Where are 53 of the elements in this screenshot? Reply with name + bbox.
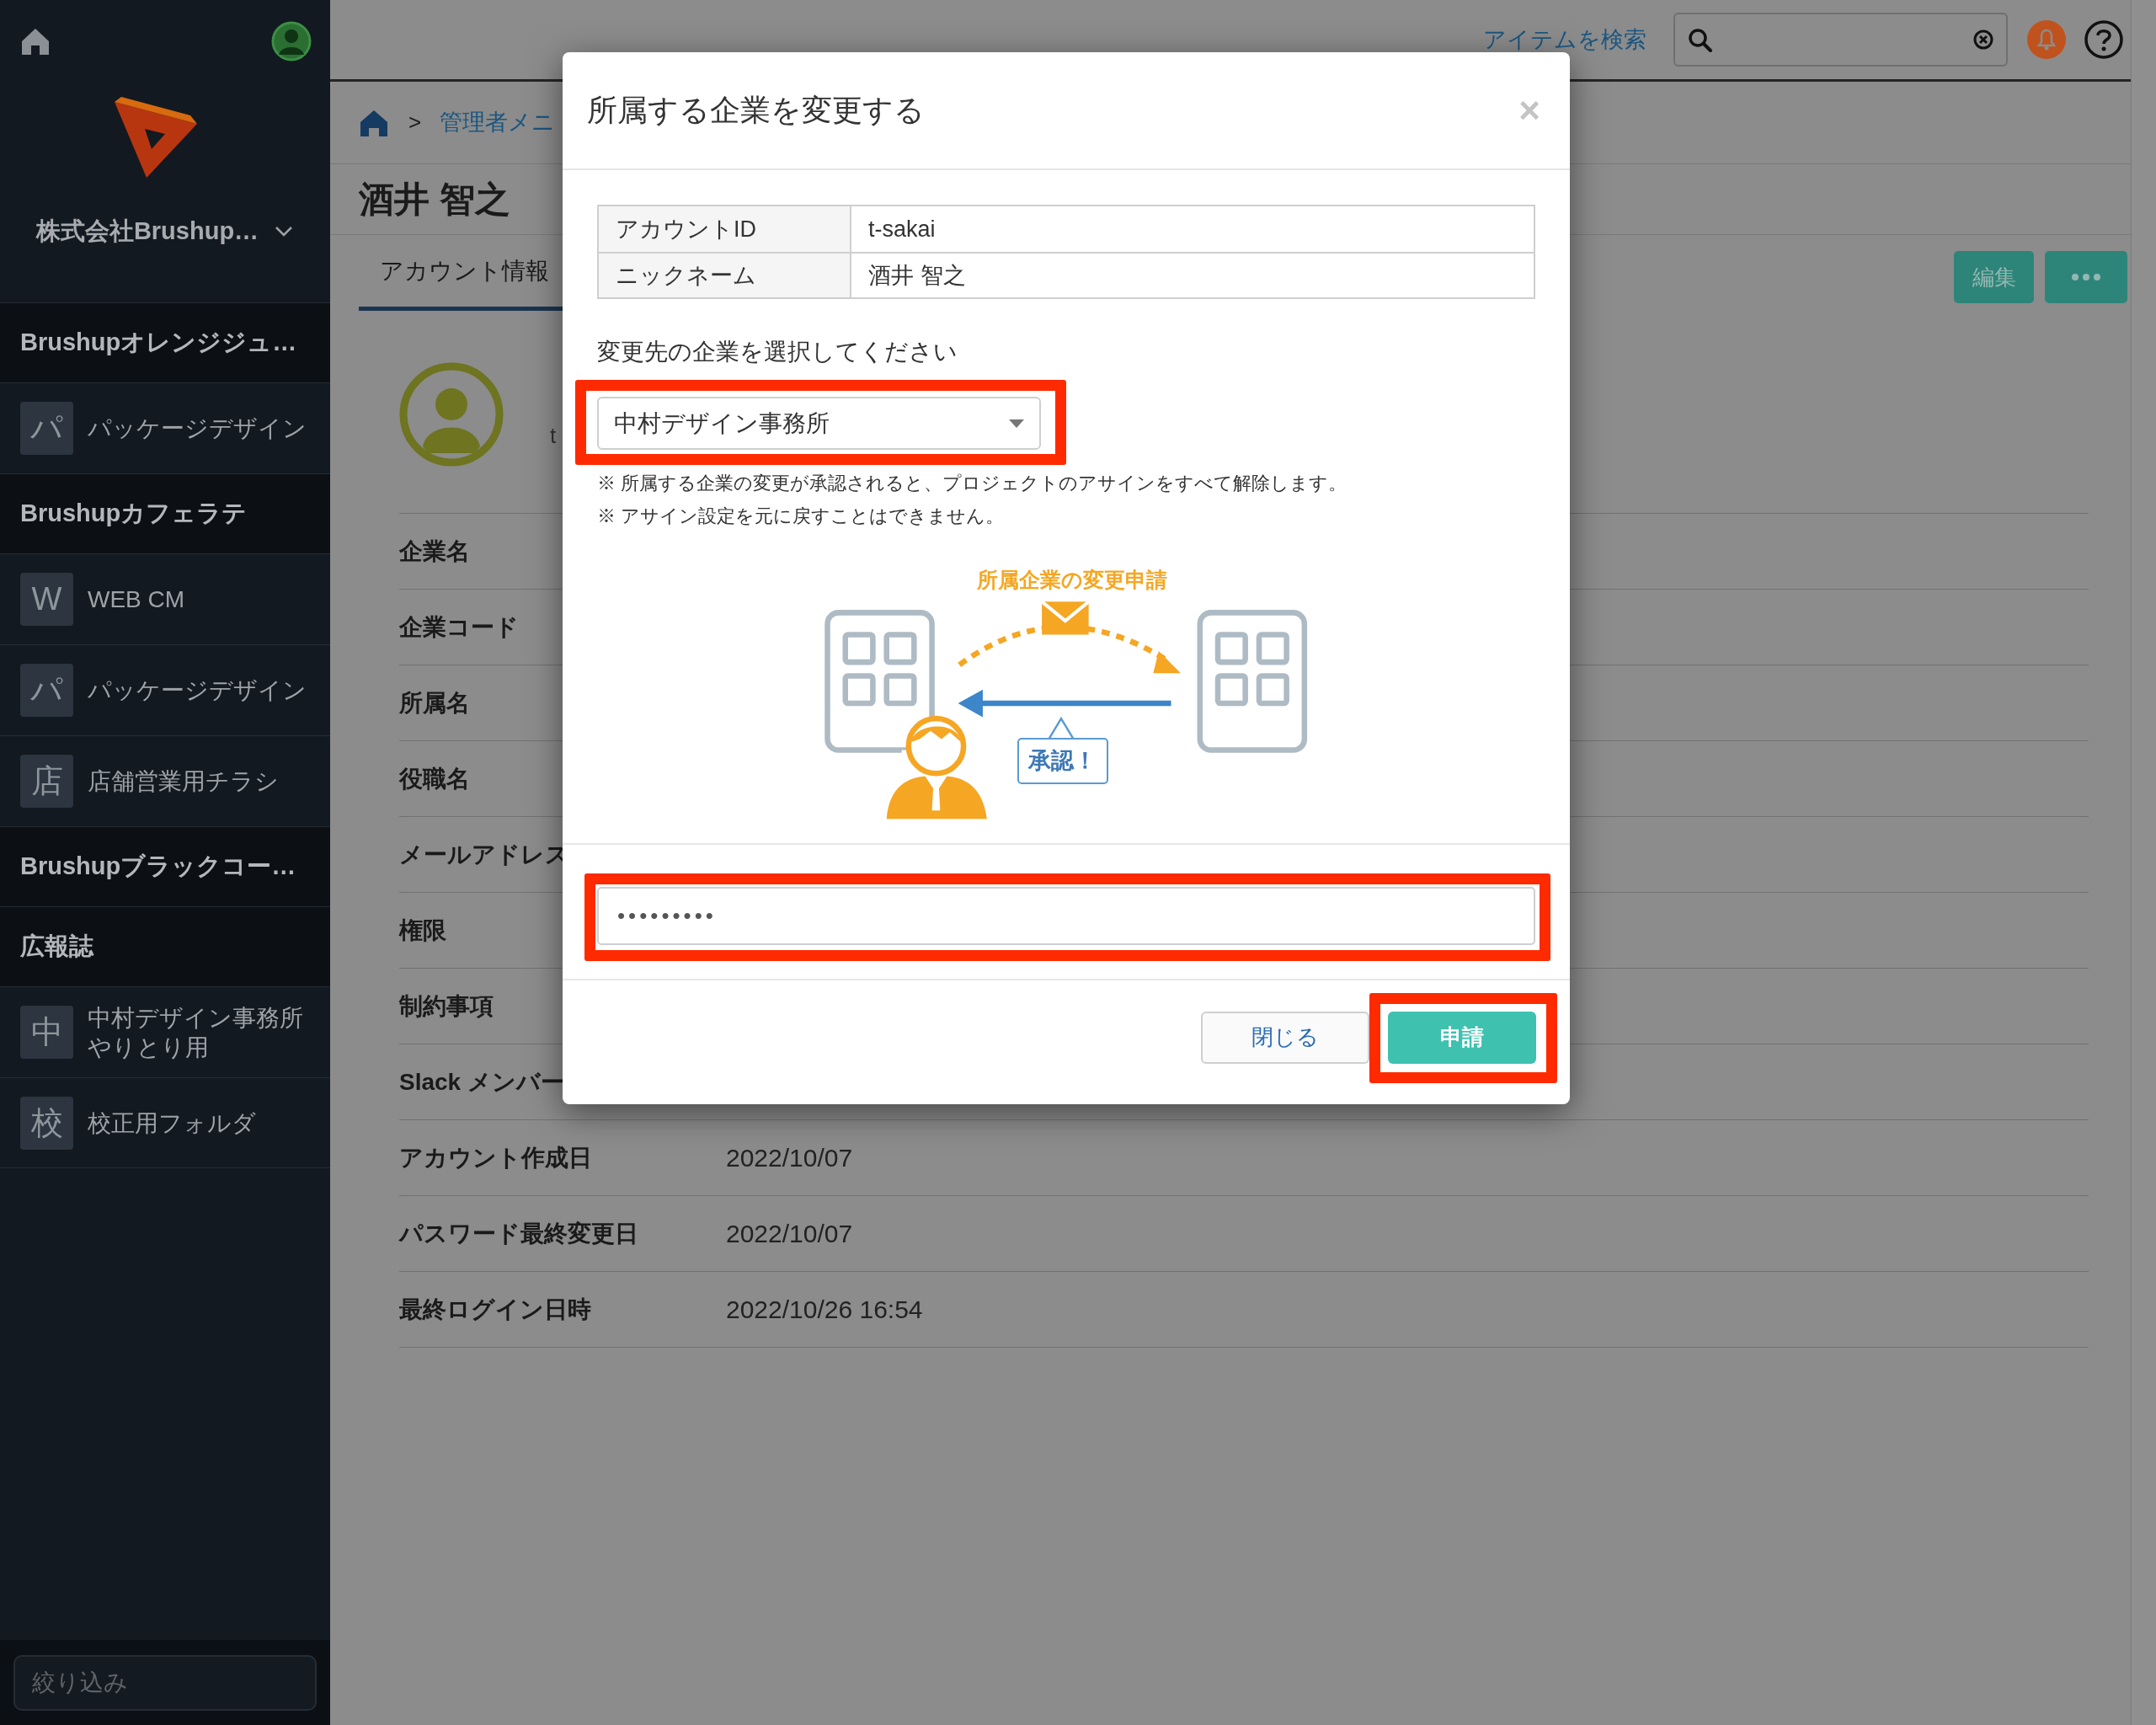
- item-initial-icon: W: [20, 573, 73, 626]
- field-value: 2022/10/07: [726, 1219, 853, 1249]
- field-label: Slack メンバー: [399, 1068, 564, 1095]
- item-initial-icon: パ: [20, 664, 73, 717]
- company-name: 株式会社Brushup…: [35, 216, 259, 246]
- project-group-header[interactable]: Brushupオレンジジュ…: [0, 302, 330, 382]
- field-label: 企業名: [399, 537, 470, 564]
- illustration-title: 所属企業の変更申請: [976, 567, 1167, 593]
- sidebar-item[interactable]: W WEB CM: [0, 553, 330, 644]
- table-cell-text: t-sakai: [867, 215, 937, 243]
- select-label: 変更先の企業を選択してください: [597, 339, 958, 366]
- field-label: 権限: [399, 916, 446, 943]
- dialog-title: 所属する企業を変更する: [587, 92, 925, 129]
- field-label: 企業コード: [399, 613, 519, 640]
- field-value: 2022/10/26 16:54: [726, 1295, 923, 1325]
- project-group-header[interactable]: 広報誌: [0, 906, 330, 986]
- item-initial-icon: 校: [20, 1096, 73, 1150]
- help-icon[interactable]: [2084, 19, 2124, 60]
- account-id: t: [550, 422, 557, 450]
- page-title: 酒井 智之: [359, 179, 510, 221]
- password-field[interactable]: •••••••••: [597, 886, 1535, 945]
- more-icon: [2071, 273, 2101, 281]
- sidebar-item[interactable]: 店 店舗営業用チラシ: [0, 735, 330, 826]
- field-label: 役職名: [399, 765, 470, 792]
- sidebar-item[interactable]: 校 校正用フォルダ: [0, 1077, 330, 1168]
- breadcrumb-separator: >: [408, 109, 422, 136]
- table-header-cell: アカウントID: [599, 206, 851, 252]
- user-avatar[interactable]: [271, 21, 312, 61]
- search-icon: [1687, 27, 1712, 52]
- warning-note: ※ アサイン設定を元に戻すことはできません。: [597, 505, 1006, 528]
- project-group-header[interactable]: Brushupブラックコー…: [0, 826, 330, 906]
- clear-icon[interactable]: [1972, 29, 1994, 51]
- search-field[interactable]: [1673, 13, 2008, 67]
- table-header-cell: ニックネーム: [599, 254, 851, 297]
- warning-note: ※ 所属する企業の変更が承認されると、プロジェクトのアサインをすべて解除します。: [597, 472, 1348, 495]
- item-initial-icon: 店: [20, 755, 73, 808]
- close-dialog-button[interactable]: 閉じる: [1201, 1011, 1369, 1064]
- item-initial-icon: パ: [20, 402, 73, 455]
- company-select[interactable]: 中村デザイン事務所: [597, 397, 1041, 450]
- dropdown-caret-icon: [1009, 419, 1024, 428]
- field-label: 最終ログイン日時: [399, 1295, 591, 1322]
- project-group-header[interactable]: Brushupカフェラテ: [0, 473, 330, 553]
- field-label: 制約事項: [399, 992, 494, 1019]
- sidebar-item[interactable]: 中 中村デザイン事務所やりとり用: [0, 986, 330, 1077]
- field-value: 2022/10/07: [726, 1143, 853, 1173]
- field-label: 所属名: [399, 689, 470, 716]
- field-label: パスワード最終変更日: [399, 1220, 638, 1247]
- table-cell-text: 酒井 智之: [867, 261, 967, 290]
- field-label: アカウント作成日: [399, 1144, 592, 1171]
- sidebar-item[interactable]: パ パッケージデザイン: [0, 644, 330, 735]
- item-initial-icon: 中: [20, 1006, 73, 1059]
- filter-field[interactable]: 絞り込み: [13, 1654, 317, 1711]
- sidebar-item[interactable]: パ パッケージデザイン: [0, 382, 330, 473]
